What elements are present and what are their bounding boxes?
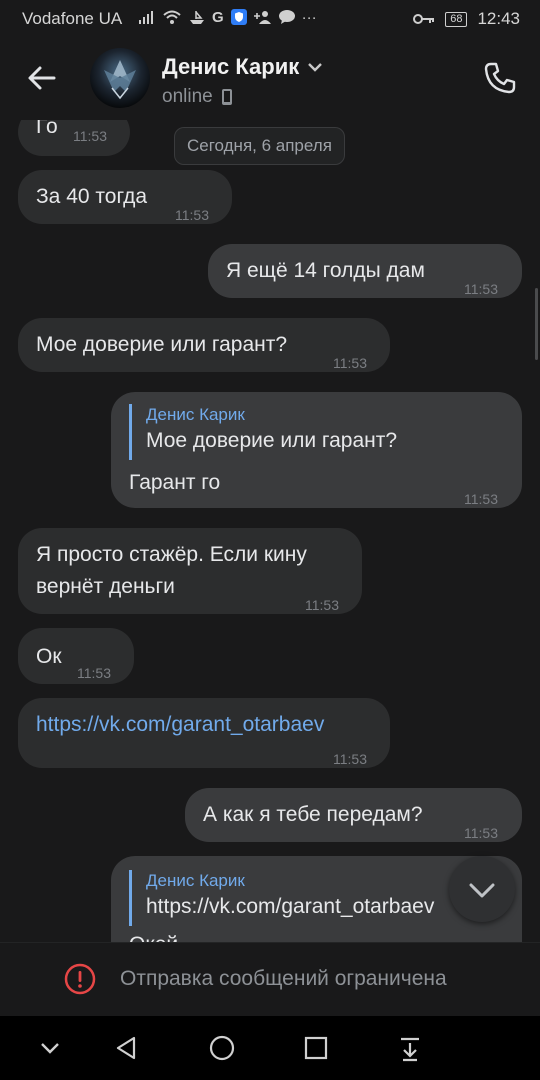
reply-quote[interactable]: Денис Карик Мое доверие или гарант? <box>129 404 397 460</box>
message-time: 11:53 <box>73 128 107 144</box>
message-text: Я ещё 14 голды дам <box>226 259 425 282</box>
shield-icon <box>230 9 247 25</box>
message-outgoing-reply[interactable]: Денис Карик Мое доверие или гарант? Гара… <box>111 392 522 508</box>
chat-header: Денис Карик online <box>0 36 540 120</box>
back-arrow-icon[interactable] <box>24 60 60 96</box>
status-right: 68 12:43 <box>413 9 520 29</box>
scroll-down-button[interactable] <box>449 856 515 922</box>
reply-text: https://vk.com/garant_otarbaev <box>146 895 435 918</box>
scrollbar[interactable] <box>535 288 538 360</box>
contact-name-label: Денис Карик <box>162 54 300 79</box>
nav-back-icon[interactable] <box>110 1032 142 1064</box>
reply-text: Мое доверие или гарант? <box>146 429 398 452</box>
message-incoming[interactable]: Го 11:53 <box>18 120 130 156</box>
message-text-line2: вернёт деньги <box>36 575 175 598</box>
key-icon <box>413 14 435 24</box>
chat-icon <box>278 10 295 24</box>
message-time: 11:53 <box>305 597 339 613</box>
reply-author: Денис Карик <box>146 405 245 424</box>
message-time: 11:53 <box>333 751 367 767</box>
message-list[interactable]: Го 11:53 Сегодня, 6 апреля За 40 тогда 1… <box>0 120 540 942</box>
message-incoming[interactable]: Я просто стажёр. Если кину вернёт деньги… <box>18 528 362 614</box>
message-outgoing[interactable]: Я ещё 14 голды дам 11:53 <box>208 244 522 298</box>
nav-home-icon[interactable] <box>206 1032 238 1064</box>
restricted-notice: Отправка сообщений ограничена <box>0 942 540 1017</box>
signal-icon <box>139 11 153 24</box>
add-contact-icon <box>253 11 271 24</box>
status-bar: Vodafone UA G ··· 68 12:43 <box>0 0 540 36</box>
message-time: 11:53 <box>333 355 367 371</box>
status-icons: G ··· <box>138 8 317 26</box>
message-text: А как я тебе передам? <box>203 803 423 826</box>
message-incoming[interactable]: За 40 тогда 11:53 <box>18 170 232 224</box>
status-label: online <box>162 86 213 107</box>
message-time: 11:53 <box>464 281 498 297</box>
message-time: 11:53 <box>77 665 111 681</box>
message-incoming[interactable]: Ок 11:53 <box>18 628 134 684</box>
more-icon: ··· <box>301 8 317 26</box>
g-icon: G <box>212 8 224 26</box>
contact-status: online <box>162 86 233 108</box>
message-text: Го <box>36 120 58 138</box>
nav-recents-icon[interactable] <box>300 1032 332 1064</box>
message-text: Окей <box>129 930 178 942</box>
message-text: Гарант го <box>129 471 221 494</box>
message-time: 11:53 <box>464 491 498 507</box>
scroll-down-icon <box>469 883 495 898</box>
battery-indicator: 68 <box>445 11 468 27</box>
nav-hide-icon[interactable] <box>34 1032 66 1064</box>
carrier-label: Vodafone UA <box>22 9 123 28</box>
message-text: За 40 тогда <box>36 185 148 208</box>
chevron-down-icon <box>308 63 323 72</box>
message-text: Ок <box>36 645 62 668</box>
date-separator: Сегодня, 6 апреля <box>174 127 345 165</box>
message-link[interactable]: https://vk.com/garant_otarbaev <box>36 710 324 740</box>
message-text: Мое доверие или гарант? <box>36 333 288 356</box>
message-incoming[interactable]: Мое доверие или гарант? 11:53 <box>18 318 390 372</box>
call-icon[interactable] <box>482 60 518 96</box>
reply-quote[interactable]: Денис Карик https://vk.com/garant_otarba… <box>129 870 476 926</box>
message-time: 11:53 <box>464 825 498 841</box>
message-incoming-link[interactable]: https://vk.com/garant_otarbaev 11:53 <box>18 698 390 768</box>
nav-notifications-icon[interactable] <box>394 1032 426 1064</box>
message-outgoing[interactable]: А как я тебе передам? 11:53 <box>185 788 522 842</box>
reply-author: Денис Карик <box>146 871 245 890</box>
system-nav-bar <box>0 1016 540 1080</box>
clock: 12:43 <box>477 9 520 28</box>
contact-name[interactable]: Денис Карик <box>162 54 323 80</box>
warning-icon <box>64 963 96 995</box>
message-text-line1: Я просто стажёр. Если кину <box>36 543 307 566</box>
restricted-notice-text: Отправка сообщений ограничена <box>120 967 447 990</box>
message-time: 11:53 <box>175 207 209 223</box>
phone-device-icon <box>221 89 232 105</box>
boat-icon <box>190 11 204 24</box>
wifi-icon <box>163 10 181 24</box>
avatar[interactable] <box>90 48 150 108</box>
